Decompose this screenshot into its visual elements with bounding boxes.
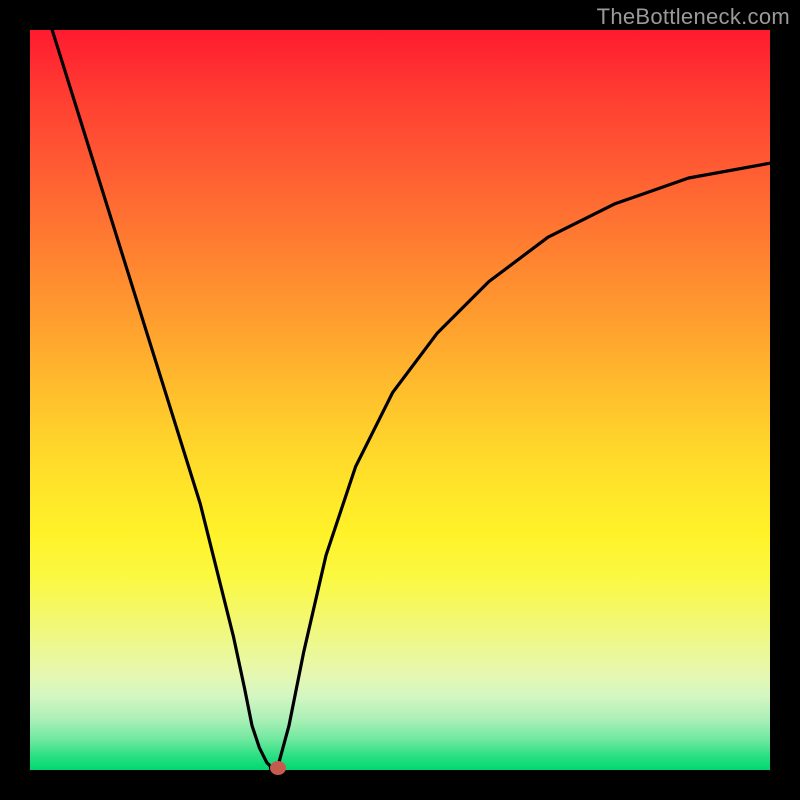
marker-dot <box>270 761 286 775</box>
watermark-text: TheBottleneck.com <box>597 4 790 30</box>
plot-area <box>30 30 770 770</box>
curve-svg <box>30 30 770 770</box>
chart-frame: TheBottleneck.com <box>0 0 800 800</box>
bottleneck-curve <box>52 30 770 769</box>
